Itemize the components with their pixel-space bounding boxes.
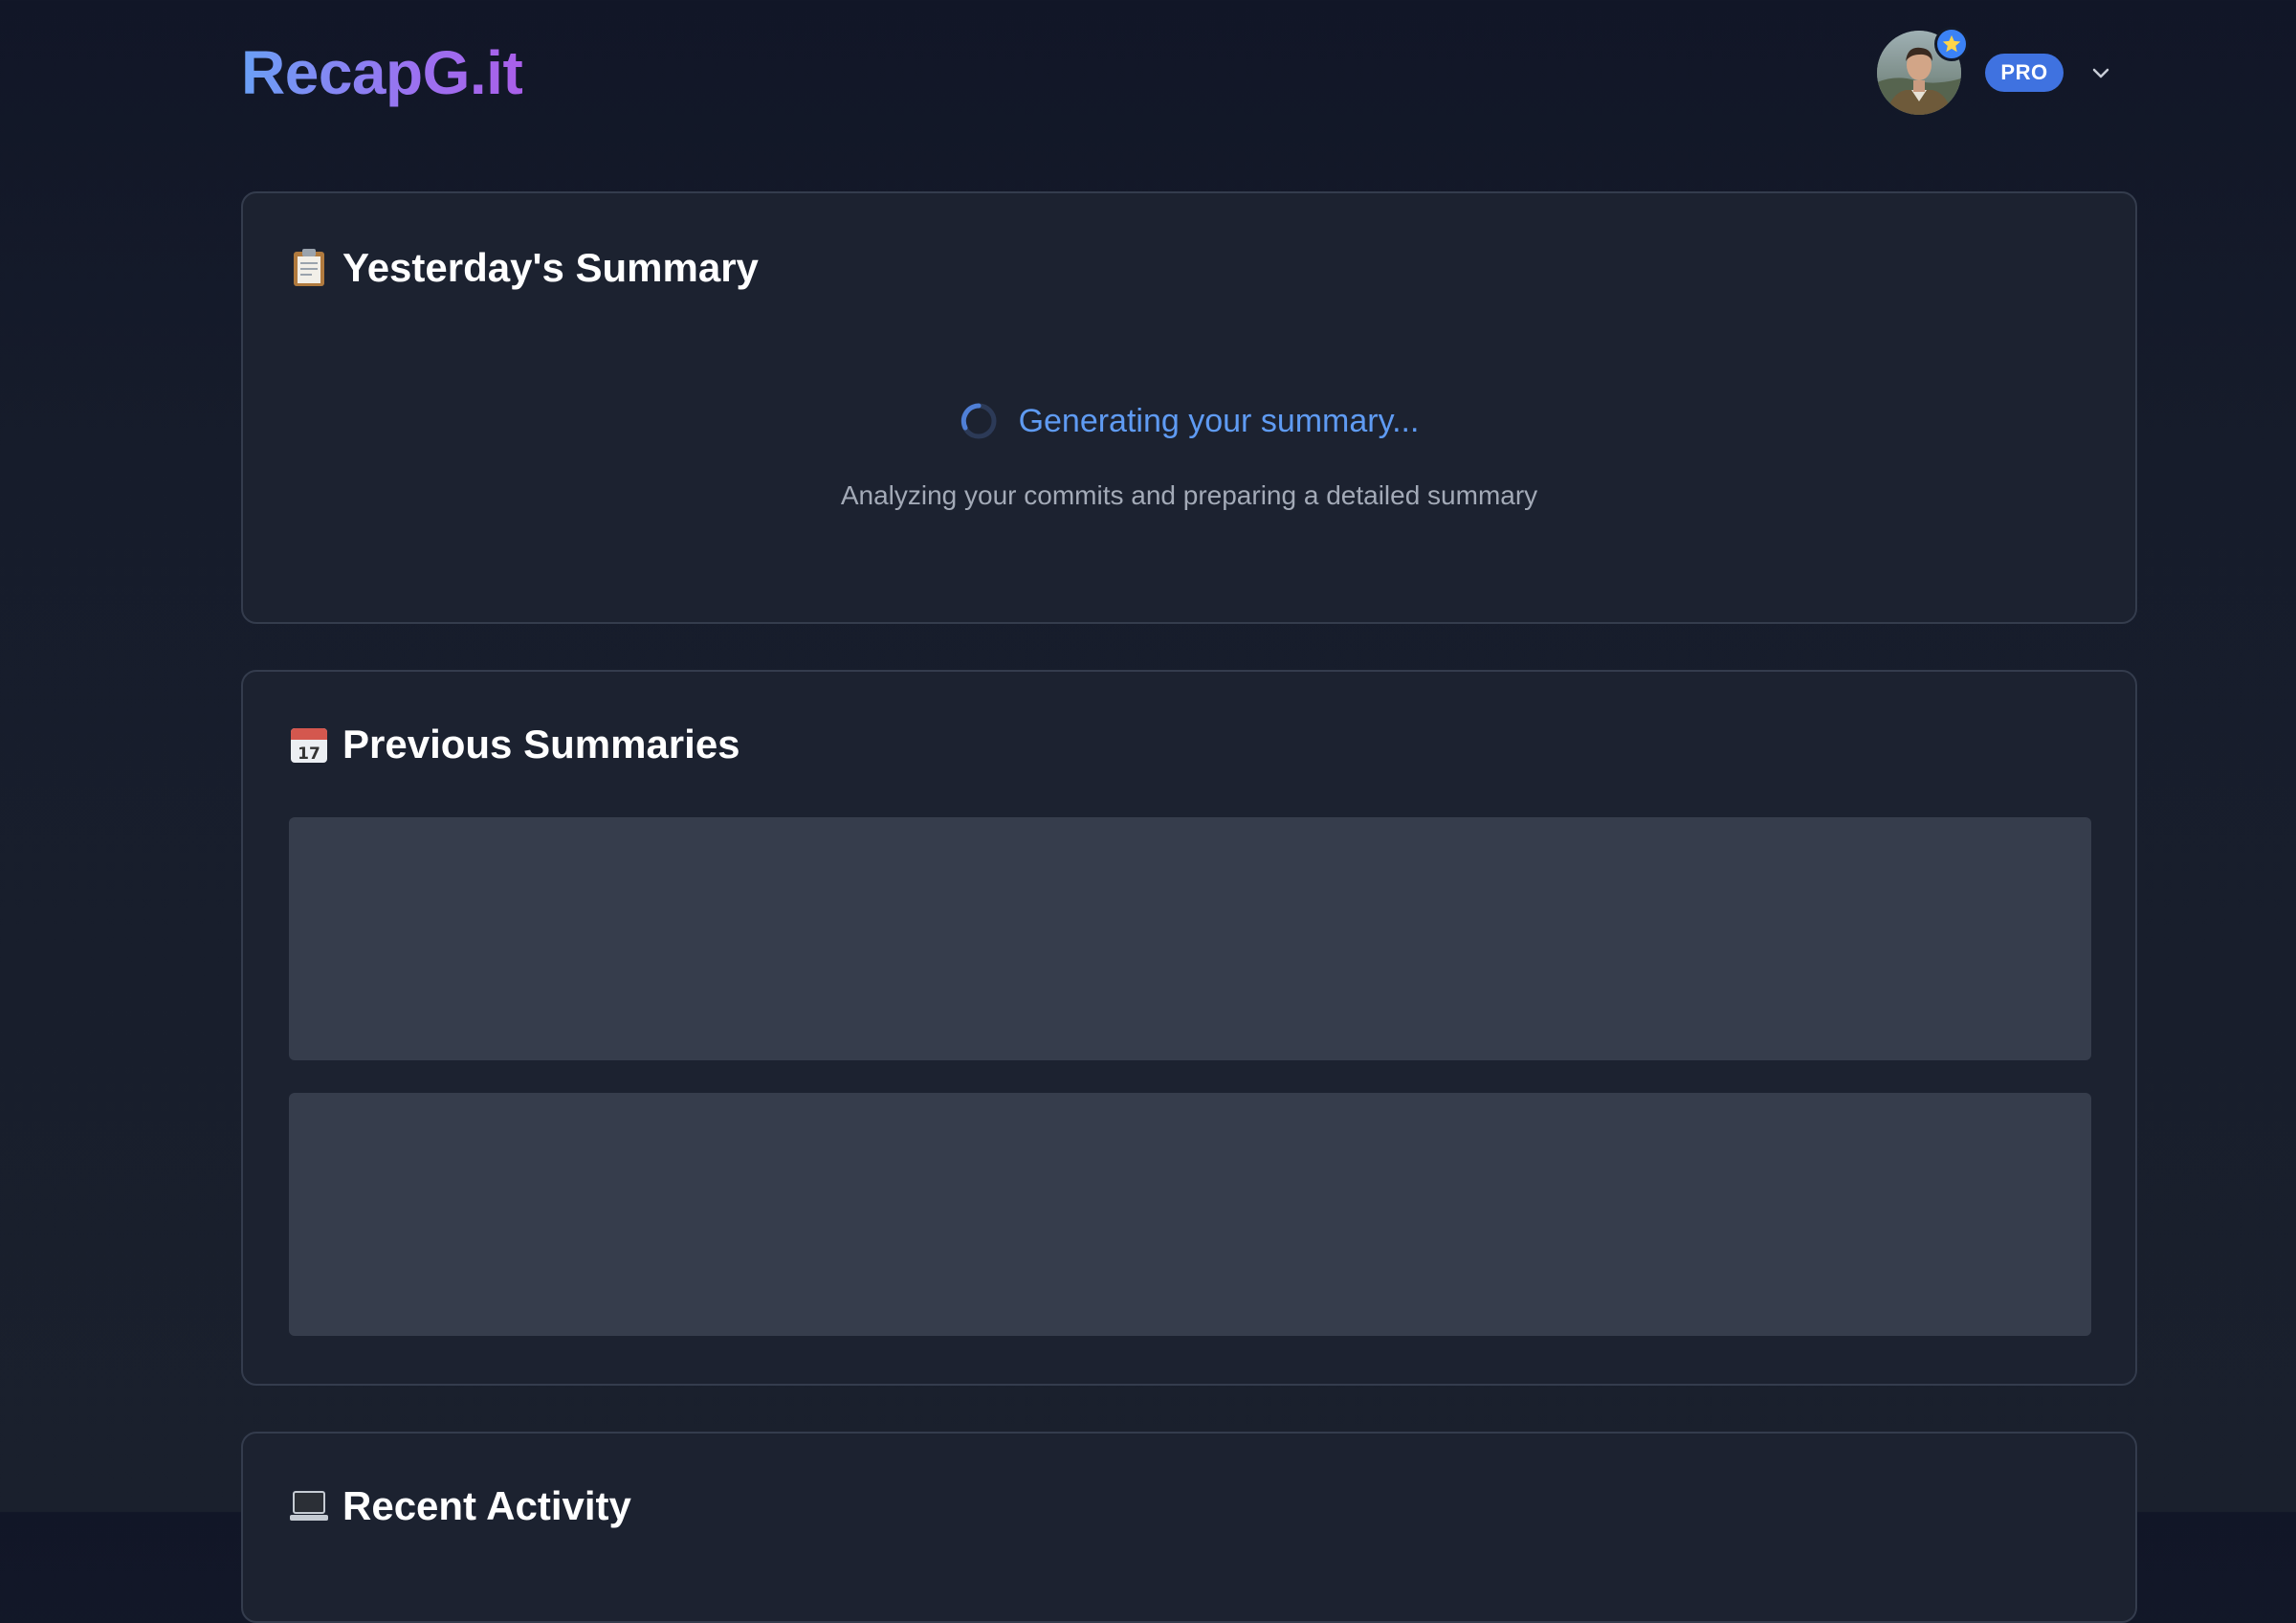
clipboard-icon	[289, 248, 329, 288]
pro-badge: PRO	[1985, 54, 2064, 92]
app-logo[interactable]: RecapG.it	[241, 36, 523, 109]
previous-summaries-card: 17 Previous Summaries	[241, 670, 2137, 1386]
previous-card-title: 17 Previous Summaries	[289, 722, 740, 767]
summary-skeleton-2	[289, 1093, 2091, 1336]
calendar-icon: 17	[289, 724, 329, 765]
top-header: RecapG.it PRO	[0, 0, 2296, 144]
loading-text: Generating your summary...	[1018, 402, 1420, 439]
activity-card-title: Recent Activity	[289, 1483, 631, 1529]
yesterday-summary-card: Yesterday's Summary Generating your summ…	[241, 191, 2137, 624]
user-menu[interactable]: PRO	[1877, 27, 2116, 115]
chevron-down-icon[interactable]	[2089, 61, 2112, 84]
star-icon	[1934, 27, 1969, 61]
laptop-icon	[289, 1486, 329, 1526]
loading-indicator: Generating your summary...	[243, 402, 2135, 440]
recent-activity-card: Recent Activity	[241, 1432, 2137, 1623]
svg-text:17: 17	[298, 745, 320, 764]
loading-subtext: Analyzing your commits and preparing a d…	[840, 480, 1538, 510]
spinner-icon	[960, 402, 998, 440]
summary-card-title: Yesterday's Summary	[289, 245, 759, 291]
summary-skeleton-1	[289, 817, 2091, 1060]
